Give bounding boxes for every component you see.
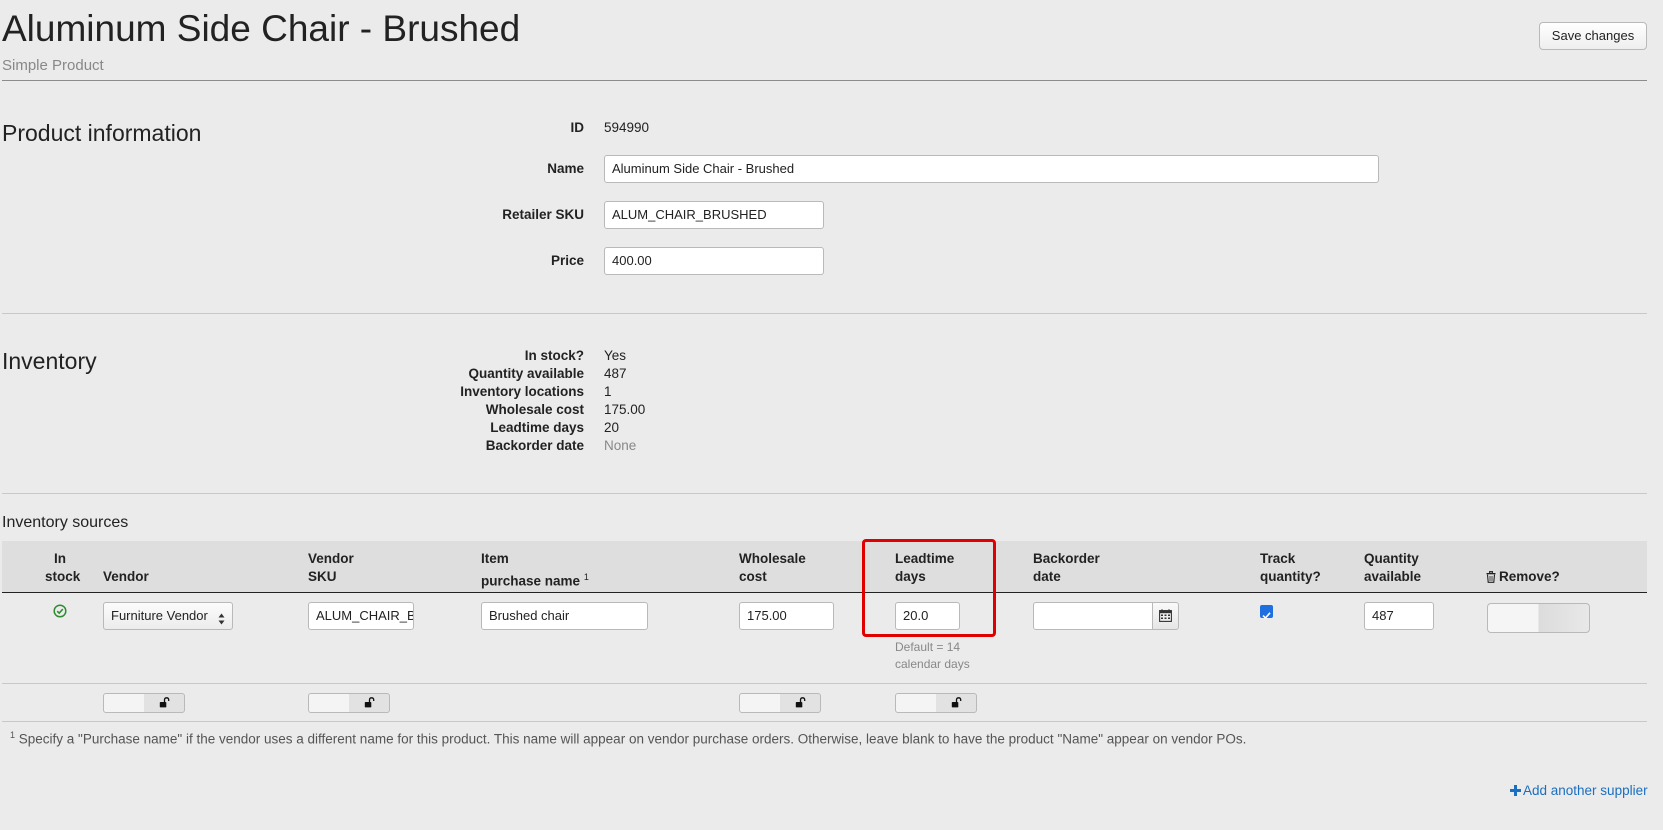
vendor-sku-input[interactable]: ALUM_CHAIR_BRUSHED	[308, 602, 414, 630]
col-backorder-date: Backorder date	[1033, 551, 1100, 584]
backorder-date-label: Backorder date	[485, 438, 584, 453]
page-title: Aluminum Side Chair - Brushed	[2, 8, 521, 49]
backorder-date-input[interactable]	[1033, 602, 1153, 630]
name-label: Name	[547, 161, 584, 176]
quantity-available-input[interactable]: 487	[1364, 602, 1434, 630]
unlock-icon	[795, 697, 806, 708]
page-subtitle: Simple Product	[2, 57, 104, 74]
track-quantity-checkbox[interactable]	[1260, 605, 1273, 620]
col-remove: Remove?	[1486, 568, 1560, 588]
leadtime-default-hint: Default = 14 calendar days	[895, 640, 970, 671]
id-value: 594990	[604, 120, 650, 135]
unlock-icon	[364, 697, 375, 708]
row-divider	[2, 683, 1647, 684]
header-divider	[2, 80, 1647, 81]
wholesale-cost-label: Wholesale cost	[485, 402, 584, 417]
leadtime-days-value: 20	[604, 420, 620, 435]
section-divider	[2, 313, 1647, 314]
remove-toggle[interactable]	[1487, 603, 1590, 633]
col-vendor-sku: Vendor SKU	[308, 551, 354, 584]
inventory-heading: Inventory	[2, 348, 97, 374]
retailer-sku-input[interactable]: ALUM_CHAIR_BRUSHED	[604, 201, 824, 229]
plus-icon	[1510, 784, 1521, 799]
price-input[interactable]: 400.00	[604, 247, 824, 275]
vendor-select[interactable]: Furniture Vendor	[103, 602, 233, 630]
retailer-sku-label: Retailer SKU	[502, 207, 584, 222]
checkbox-checked-icon	[1262, 607, 1271, 625]
select-arrows-icon	[218, 609, 225, 629]
calendar-button[interactable]	[1152, 602, 1179, 630]
price-label: Price	[550, 253, 584, 268]
save-changes-button[interactable]: Save changes	[1539, 22, 1647, 50]
col-in-stock: In stock	[45, 551, 81, 584]
trash-icon	[1486, 570, 1496, 588]
col-quantity-available: Quantity available	[1364, 551, 1422, 584]
in-stock-label: In stock?	[524, 348, 584, 363]
wholesale-cost-value: 175.00	[604, 402, 646, 417]
backorder-date-value: None	[604, 438, 637, 453]
row-divider	[2, 721, 1647, 722]
highlight-box	[862, 539, 996, 637]
id-label: ID	[570, 120, 585, 135]
name-input[interactable]: Aluminum Side Chair - Brushed	[604, 155, 1379, 183]
product-info-heading: Product information	[2, 120, 202, 146]
vendor-sku-lock-toggle[interactable]	[308, 693, 390, 713]
section-divider	[2, 493, 1647, 494]
col-item-purchase-name: Item purchase name 1	[481, 551, 589, 589]
check-circle-icon	[53, 604, 67, 623]
wholesale-cost-lock-toggle[interactable]	[739, 693, 821, 713]
unlock-icon	[159, 697, 170, 708]
item-purchase-name-input[interactable]: Brushed chair	[481, 602, 648, 630]
in-stock-value: Yes	[604, 348, 627, 363]
col-wholesale-cost: Wholesale cost	[739, 551, 806, 584]
wholesale-cost-input[interactable]: 175.00	[739, 602, 834, 630]
quantity-available-label: Quantity available	[468, 366, 584, 381]
unlock-icon	[951, 697, 962, 708]
add-supplier-link[interactable]: Add another supplier	[1510, 783, 1648, 799]
col-track-quantity: Track quantity?	[1260, 551, 1321, 584]
col-vendor: Vendor	[103, 569, 149, 584]
leadtime-lock-toggle[interactable]	[895, 693, 977, 713]
quantity-available-value: 487	[604, 366, 627, 381]
leadtime-days-label: Leadtime days	[490, 420, 584, 435]
inventory-locations-label: Inventory locations	[460, 384, 584, 399]
footnote: 1 Specify a "Purchase name" if the vendo…	[10, 730, 1247, 747]
inventory-locations-value: 1	[604, 384, 612, 399]
inventory-sources-heading: Inventory sources	[2, 514, 129, 531]
vendor-lock-toggle[interactable]	[103, 693, 185, 713]
calendar-icon	[1159, 609, 1172, 627]
